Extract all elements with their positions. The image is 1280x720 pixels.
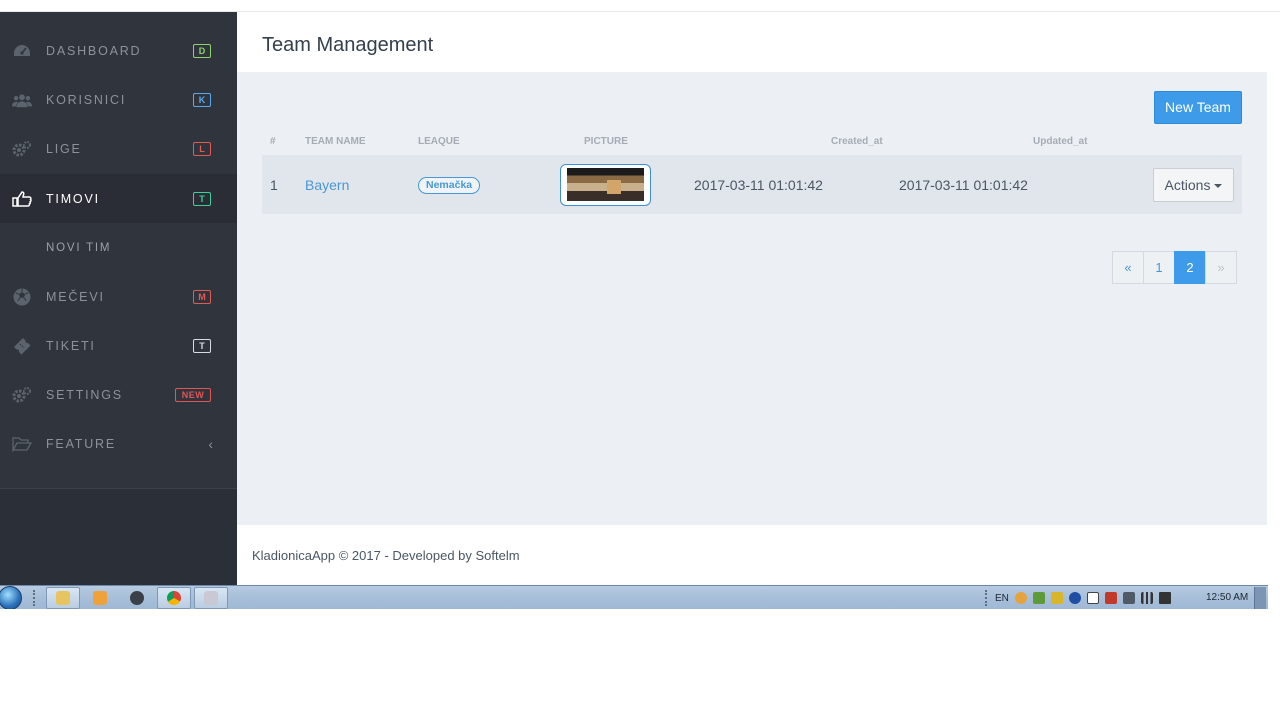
updated-at-value: 2017-03-11 01:01:42 bbox=[899, 177, 1028, 193]
taskbar-explorer-button[interactable] bbox=[46, 587, 80, 609]
sidebar-item-feature[interactable]: FEATURE ‹ bbox=[0, 419, 237, 468]
sidebar-subitem-novi-tim[interactable]: NOVI TIM bbox=[0, 223, 237, 272]
team-picture-thumbnail[interactable] bbox=[560, 164, 651, 206]
chevron-left-icon[interactable]: ‹ bbox=[208, 436, 213, 452]
tray-grip bbox=[985, 590, 989, 606]
new-team-button[interactable]: New Team bbox=[1154, 91, 1242, 124]
media-player-icon bbox=[93, 591, 107, 605]
volume-icon[interactable] bbox=[1158, 592, 1171, 604]
sidebar-badge: K bbox=[193, 92, 211, 107]
sidebar-item-label: DASHBOARD bbox=[46, 43, 142, 58]
column-header-league: LEAQUE bbox=[418, 136, 460, 147]
tray-alert-icon[interactable] bbox=[1104, 592, 1117, 604]
gears-icon bbox=[12, 139, 32, 159]
users-icon bbox=[12, 90, 32, 110]
sidebar-badge: L bbox=[193, 141, 211, 156]
column-header-index: # bbox=[270, 136, 276, 147]
show-desktop-button[interactable] bbox=[1254, 587, 1266, 609]
sidebar-item-label: TIMOVI bbox=[46, 191, 100, 206]
taskbar-grip bbox=[33, 590, 37, 606]
taskbar-media-player-button[interactable] bbox=[83, 587, 117, 609]
sidebar-item-mecevi[interactable]: MEČEVI M bbox=[0, 272, 237, 321]
column-header-created-at: Created_at bbox=[831, 136, 883, 147]
footer: KladionicaApp © 2017 - Developed by Soft… bbox=[237, 525, 1267, 585]
app2-icon bbox=[204, 591, 218, 605]
system-tray: EN bbox=[985, 586, 1171, 610]
tray-app-icon[interactable] bbox=[1014, 592, 1027, 604]
sidebar-item-korisnici[interactable]: KORISNICI K bbox=[0, 75, 237, 124]
actions-dropdown-button[interactable]: Actions bbox=[1153, 168, 1234, 202]
sidebar-item-timovi[interactable]: TIMOVI T bbox=[0, 174, 237, 223]
flag-icon[interactable] bbox=[1086, 592, 1099, 604]
team-name-link[interactable]: Bayern bbox=[305, 177, 349, 193]
pagination-page-1[interactable]: 1 bbox=[1143, 251, 1175, 284]
sidebar: DASHBOARD D KORISNICI K LIGE L TIMOVI T bbox=[0, 12, 237, 585]
page-title: Team Management bbox=[262, 34, 434, 56]
tray-security-icon[interactable] bbox=[1032, 592, 1045, 604]
pagination-next[interactable]: » bbox=[1205, 251, 1237, 284]
sidebar-badge: D bbox=[193, 43, 211, 58]
sidebar-badge: T bbox=[193, 191, 211, 206]
sidebar-item-label: MEČEVI bbox=[46, 289, 105, 304]
column-header-picture: PICTURE bbox=[584, 136, 628, 147]
content-area: New Team # TEAM NAME LEAQUE PICTURE Crea… bbox=[237, 72, 1267, 525]
app-icon bbox=[130, 591, 144, 605]
ticket-icon bbox=[12, 336, 32, 356]
sidebar-item-label: KORISNICI bbox=[46, 92, 127, 107]
footer-text: KladionicaApp © 2017 - Developed by Soft… bbox=[252, 548, 520, 563]
sidebar-item-label: FEATURE bbox=[46, 436, 117, 451]
sidebar-badge: T bbox=[193, 338, 211, 353]
caret-down-icon bbox=[1214, 184, 1223, 188]
created-at-value: 2017-03-11 01:01:42 bbox=[694, 177, 823, 193]
team-picture-image bbox=[567, 168, 644, 201]
taskbar-clock[interactable]: 12:50 AM bbox=[1206, 592, 1248, 603]
bluetooth-icon[interactable] bbox=[1068, 592, 1081, 604]
column-header-updated-at: Updated_at bbox=[1033, 136, 1088, 147]
sidebar-nav: DASHBOARD D KORISNICI K LIGE L TIMOVI T bbox=[0, 12, 237, 489]
windows-taskbar: EN 12:50 AM bbox=[0, 585, 1268, 610]
top-strip bbox=[0, 0, 1280, 12]
soccer-ball-icon bbox=[12, 287, 32, 307]
gears-icon bbox=[12, 385, 32, 405]
sidebar-item-settings[interactable]: SETTINGS NEW bbox=[0, 370, 237, 419]
page-header: Team Management bbox=[237, 12, 1267, 72]
actions-label: Actions bbox=[1164, 177, 1211, 193]
sidebar-item-label: TIKETI bbox=[46, 338, 96, 353]
hand-pointer-icon bbox=[12, 189, 32, 209]
language-indicator[interactable]: EN bbox=[995, 593, 1009, 604]
main-panel: Team Management New Team # TEAM NAME LEA… bbox=[237, 12, 1280, 585]
taskbar-app2-button[interactable] bbox=[194, 587, 228, 609]
sidebar-badge: M bbox=[193, 289, 211, 304]
pagination: « 1 2 » bbox=[1112, 251, 1237, 285]
column-header-team-name: TEAM NAME bbox=[305, 136, 366, 147]
dashboard-icon bbox=[12, 41, 32, 61]
sidebar-item-lige[interactable]: LIGE L bbox=[0, 124, 237, 173]
row-index: 1 bbox=[270, 177, 278, 193]
tray-device-icon[interactable] bbox=[1122, 592, 1135, 604]
chrome-icon bbox=[167, 591, 181, 605]
sidebar-item-dashboard[interactable]: DASHBOARD D bbox=[0, 26, 237, 75]
sidebar-item-tiketi[interactable]: TIKETI T bbox=[0, 321, 237, 370]
start-button[interactable] bbox=[0, 586, 22, 610]
league-badge: Nemačka bbox=[418, 177, 481, 194]
table-row: 1 Bayern Nemačka 2017-03-11 01:01:42 201… bbox=[262, 155, 1242, 214]
table-header: # TEAM NAME LEAQUE PICTURE Created_at Up… bbox=[262, 136, 1242, 156]
sidebar-item-label: LIGE bbox=[46, 141, 82, 156]
new-badge: NEW bbox=[175, 387, 211, 402]
sidebar-item-label: NOVI TIM bbox=[46, 241, 112, 254]
folder-open-icon bbox=[12, 434, 32, 454]
taskbar-chrome-button[interactable] bbox=[157, 587, 191, 609]
pagination-prev[interactable]: « bbox=[1112, 251, 1144, 284]
right-edge bbox=[1267, 12, 1280, 585]
blank-area bbox=[0, 609, 1280, 720]
folder-icon bbox=[56, 591, 70, 605]
pagination-page-2[interactable]: 2 bbox=[1174, 251, 1206, 284]
sidebar-item-label: SETTINGS bbox=[46, 387, 123, 402]
network-signal-icon[interactable] bbox=[1140, 592, 1153, 604]
taskbar-app-button[interactable] bbox=[120, 587, 154, 609]
shield-icon[interactable] bbox=[1050, 592, 1063, 604]
